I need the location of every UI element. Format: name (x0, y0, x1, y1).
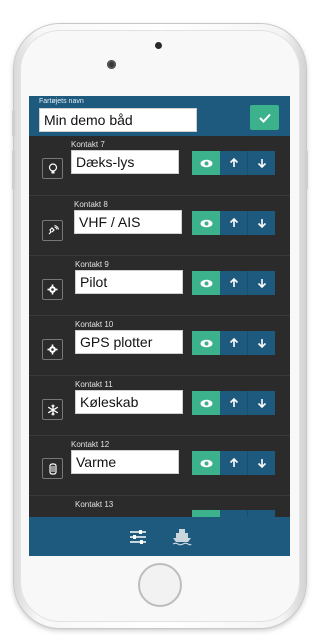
eye-icon (200, 339, 212, 347)
move-down-button[interactable] (248, 211, 275, 235)
vessel-name-input[interactable]: Min demo båd (39, 108, 197, 132)
vessel-name-label: Fartøjets navn (39, 98, 84, 105)
eye-icon (200, 399, 212, 407)
check-icon (258, 113, 271, 123)
move-up-button[interactable] (220, 271, 248, 295)
contact-row: Kontakt 12 Varme (29, 436, 290, 496)
contact-icon-button[interactable] (42, 279, 63, 300)
vessel-tab[interactable] (171, 526, 193, 548)
snowflake-icon (47, 404, 58, 415)
move-up-button[interactable] (220, 391, 248, 415)
contact-name-input[interactable]: VHF / AIS (74, 210, 182, 234)
confirm-button[interactable] (250, 105, 279, 130)
contact-icon-button[interactable] (42, 458, 63, 479)
arrow-down-icon (257, 459, 266, 468)
gear-icon (47, 344, 58, 355)
move-up-button[interactable] (220, 451, 248, 475)
arrow-down-icon (257, 279, 266, 288)
eye-icon (200, 219, 212, 227)
contact-icon-button[interactable] (42, 220, 63, 241)
eye-icon (200, 459, 212, 467)
arrow-up-icon (229, 158, 238, 167)
move-down-button[interactable] (248, 391, 275, 415)
contact-name-input[interactable]: GPS plotter (75, 330, 183, 354)
move-down-button[interactable] (248, 271, 275, 295)
arrow-down-icon (257, 399, 266, 408)
arrow-up-icon (229, 398, 238, 407)
contact-icon-button[interactable] (42, 399, 63, 420)
visibility-toggle-button[interactable] (192, 151, 220, 175)
arrow-down-icon (257, 339, 266, 348)
arrow-down-icon (257, 219, 266, 228)
gear-icon (47, 284, 58, 295)
contact-row: Kontakt 10 GPS plotter (29, 316, 290, 376)
move-down-button[interactable] (248, 331, 275, 355)
contact-row: Kontakt 8 VHF / AIS (29, 196, 290, 256)
eye-icon (200, 279, 212, 287)
bulb-icon (48, 162, 57, 173)
bottom-navigation (29, 517, 290, 556)
settings-tab[interactable] (127, 526, 149, 548)
contact-name-input[interactable]: Dæks-lys (71, 150, 179, 174)
contact-label: Kontakt 12 (71, 440, 110, 449)
contact-row: Kontakt 11 Køleskab (29, 376, 290, 436)
contact-label: Kontakt 8 (74, 200, 108, 209)
visibility-toggle-button[interactable] (192, 331, 220, 355)
contact-label: Kontakt 10 (75, 320, 114, 329)
contact-name-input[interactable]: Pilot (75, 270, 183, 294)
contact-row: Kontakt 7 Dæks-lys (29, 136, 290, 196)
contact-name-input[interactable]: Varme (71, 450, 179, 474)
arrow-up-icon (229, 278, 238, 287)
move-down-button[interactable] (248, 151, 275, 175)
contact-label: Kontakt 7 (71, 140, 105, 149)
phone-side-button (12, 110, 15, 136)
arrow-up-icon (229, 338, 238, 347)
ship-icon (172, 528, 192, 545)
eye-icon (200, 159, 212, 167)
visibility-toggle-button[interactable] (192, 451, 220, 475)
contact-label: Kontakt 9 (75, 260, 109, 269)
phone-side-button (305, 150, 308, 190)
move-up-button[interactable] (220, 211, 248, 235)
vessel-name-bar: Fartøjets navn Min demo båd (29, 96, 290, 136)
move-up-button[interactable] (220, 151, 248, 175)
sliders-icon (129, 529, 146, 544)
home-button[interactable] (138, 563, 182, 607)
contact-label: Kontakt 13 (75, 500, 114, 509)
arrow-down-icon (257, 159, 266, 168)
contact-icon-button[interactable] (42, 339, 63, 360)
move-down-button[interactable] (248, 451, 275, 475)
radio-icon (48, 224, 59, 234)
contact-name-input[interactable]: Køleskab (75, 390, 183, 414)
visibility-toggle-button[interactable] (192, 271, 220, 295)
app-screen: Fartøjets navn Min demo båd Kontakt 7 Dæ… (29, 96, 290, 556)
move-up-button[interactable] (220, 331, 248, 355)
phone-speaker (155, 42, 162, 49)
visibility-toggle-button[interactable] (192, 211, 220, 235)
arrow-up-icon (229, 458, 238, 467)
visibility-toggle-button[interactable] (192, 391, 220, 415)
contact-label: Kontakt 11 (75, 380, 113, 389)
contact-icon-button[interactable] (42, 158, 63, 179)
contact-row: Kontakt 9 Pilot (29, 256, 290, 316)
arrow-up-icon (229, 218, 238, 227)
phone-side-button (12, 150, 15, 190)
heater-icon (48, 462, 57, 475)
phone-camera (107, 60, 116, 69)
